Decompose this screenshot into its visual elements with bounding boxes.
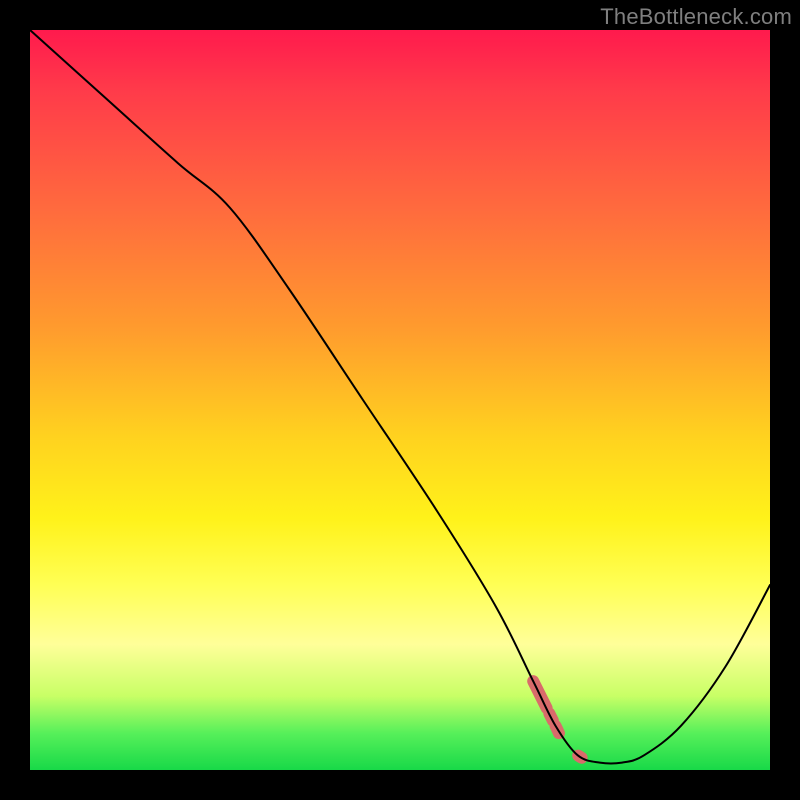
chart-frame: TheBottleneck.com: [0, 0, 800, 800]
watermark-label: TheBottleneck.com: [600, 4, 792, 30]
curve-svg: [30, 30, 770, 770]
plot-area: [30, 30, 770, 770]
bottleneck-line: [30, 30, 770, 764]
highlight-line: [533, 681, 651, 763]
